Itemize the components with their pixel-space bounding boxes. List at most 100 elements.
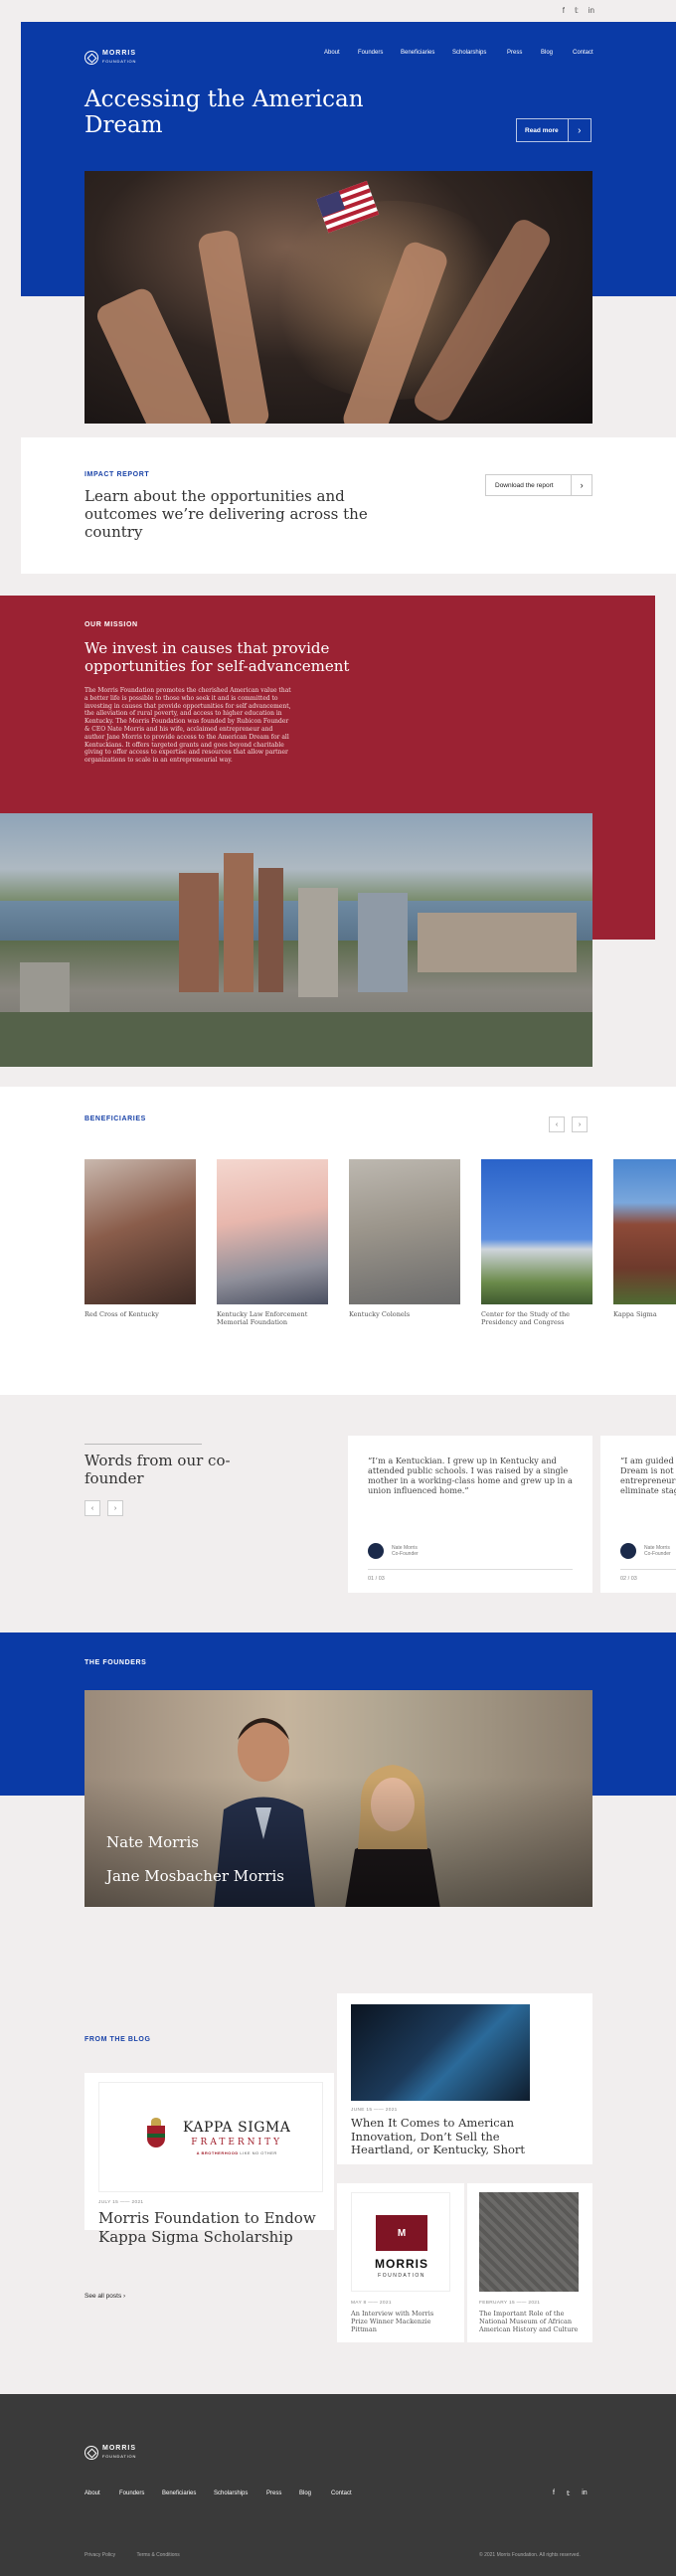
linkedin-icon[interactable]: in [582,2490,587,2497]
footer-nav-press[interactable]: Press [266,2490,281,2496]
nav-scholarships[interactable]: Scholarships [452,50,486,56]
post-title: The Important Role of the National Museu… [479,2310,579,2333]
linkedin-icon[interactable]: in [589,6,594,15]
words-title: Words from our co-founder [84,1452,231,1487]
hero-title: Accessing the American Dream [84,86,364,138]
logo-tagline-a: A BROTHERHOOD [196,2149,239,2155]
chevron-right-icon[interactable]: › [572,1116,588,1132]
post-date: JUNE 15 —— 2021 [351,2108,398,2113]
founder-name: Jane Mosbacher Morris [106,1867,284,1885]
quote-author-role: Co-Founder [644,1551,671,1557]
beneficiaries-eyebrow: BENEFICIARIES [84,1116,146,1122]
post-date: FEBRUARY 15 —— 2021 [479,2301,541,2306]
logo-sub: FOUNDATION [378,2273,425,2279]
beneficiary-image [84,1159,196,1304]
chevron-right-icon[interactable]: › [107,1500,123,1516]
blog-eyebrow: FROM THE BLOG [84,2036,151,2043]
terms-link[interactable]: Terms & Conditions [136,2552,179,2558]
footer-nav-contact[interactable]: Contact [331,2490,352,2496]
footer-nav-about[interactable]: About [84,2490,100,2496]
quotes-carousel-controls: ‹ › [84,1500,123,1516]
mission-body: The Morris Foundation promotes the cheri… [84,687,291,765]
beneficiary-label: Center for the Study of the Presidency a… [481,1310,571,1326]
privacy-policy-link[interactable]: Privacy Policy [84,2552,115,2558]
beneficiary-card[interactable]: Red Cross of Kentucky [84,1159,196,1318]
post-title: An Interview with Morris Prize Winner Ma… [351,2310,434,2333]
beneficiary-image [349,1159,460,1304]
quote-card: “I am guided by a simple belief—the Amer… [600,1436,676,1593]
kappa-sigma-logo: KAPPA SIGMA FRATERNITY A BROTHERHOOD LIK… [98,2082,323,2192]
featured-post-title[interactable]: Morris Foundation to Endow Kappa Sigma S… [98,2209,329,2247]
facebook-icon[interactable]: f [553,2490,555,2497]
avatar [368,1543,384,1559]
post-date: JULY 15 —— 2021 [98,2200,144,2205]
nav-contact[interactable]: Contact [573,50,593,56]
chevron-right-icon: › [123,2293,126,2300]
beneficiary-card[interactable]: Kappa Sigma [613,1159,676,1318]
nav-founders[interactable]: Founders [358,50,383,56]
read-more-button[interactable]: Read more › [516,118,592,142]
footer: MORRIS FOUNDATION About Founders Benefici… [0,2394,676,2576]
footer-nav-blog[interactable]: Blog [299,2490,311,2496]
top-social-links: f 𝕥 in [563,6,594,15]
beneficiaries-section: BENEFICIARIES ‹ › Red Cross of Kentucky … [0,1087,676,1395]
download-report-button[interactable]: Download the report › [485,474,592,496]
blog-card[interactable]: FEBRUARY 15 —— 2021 The Important Role o… [467,2183,592,2342]
footer-nav-beneficiaries[interactable]: Beneficiaries [162,2490,196,2496]
twitter-icon[interactable]: 𝕥 [575,6,579,15]
logo-sub: FOUNDATION [102,2454,137,2459]
nav-beneficiaries[interactable]: Beneficiaries [401,50,434,56]
logo-name: MORRIS [102,2445,136,2452]
crest-icon [139,2117,173,2157]
logo-wordmark: MORRIS [375,2257,428,2271]
divider [84,1444,202,1445]
footer-logo[interactable]: MORRIS FOUNDATION [84,2445,136,2461]
beneficiary-label: Kentucky Law Enforcement Memorial Founda… [217,1310,308,1326]
read-more-label: Read more [525,126,559,134]
blog-card-featured[interactable]: KAPPA SIGMA FRATERNITY A BROTHERHOOD LIK… [84,2073,334,2230]
chevron-left-icon[interactable]: ‹ [549,1116,565,1132]
beneficiary-label: Kappa Sigma [613,1310,657,1318]
footer-nav-scholarships[interactable]: Scholarships [214,2490,248,2496]
post-image [479,2192,579,2292]
facebook-icon[interactable]: f [563,6,565,15]
footer-nav-founders[interactable]: Founders [119,2490,144,2496]
quote-page-indicator: 01 / 03 [368,1576,385,1582]
beneficiary-image [481,1159,592,1304]
impact-eyebrow: IMPACT REPORT [84,471,150,478]
logo-title: KAPPA SIGMA [183,2119,291,2136]
quote-text: “I’m a Kentuckian. I grew up in Kentucky… [368,1456,573,1495]
page: f 𝕥 in MORRIS FOUNDATION About Founders B… [0,0,676,2576]
logo-mark-icon [84,2446,98,2460]
see-all-posts-link[interactable]: See all posts › [84,2293,125,2300]
beneficiaries-carousel-controls: ‹ › [549,1116,588,1132]
chevron-left-icon[interactable]: ‹ [84,1500,100,1516]
header-logo[interactable]: MORRIS FOUNDATION [84,50,136,66]
logo-mark: M [376,2215,427,2251]
nav-press[interactable]: Press [507,50,522,56]
mission-title: We invest in causes that provide opportu… [84,639,350,675]
logo-name: MORRIS [102,50,136,57]
logo-mark-icon [84,51,98,65]
hero-image [84,171,592,424]
copyright: © 2021 Morris Foundation. All rights res… [479,2552,581,2558]
beneficiary-image [217,1159,328,1304]
beneficiary-card[interactable]: Kentucky Law Enforcement Memorial Founda… [217,1159,328,1326]
download-report-label: Download the report [495,481,554,489]
twitter-icon[interactable]: 𝕥 [567,2490,570,2497]
beneficiary-card[interactable]: Center for the Study of the Presidency a… [481,1159,592,1326]
nav-about[interactable]: About [324,50,340,56]
founders-photo[interactable]: Nate Morris Jane Mosbacher Morris [84,1690,592,1907]
quote-author-role: Co-Founder [392,1551,419,1557]
nav-blog[interactable]: Blog [541,50,553,56]
avatar [620,1543,636,1559]
founders-eyebrow: THE FOUNDERS [84,1659,147,1666]
logo-tagline-b: LIKE NO OTHER [240,2149,277,2155]
quote-page-indicator: 02 / 03 [620,1576,637,1582]
cofounder-quotes-section: Words from our co-founder ‹ › “I’m a Ken… [0,1396,676,1632]
post-date: MAY 8 —— 2021 [351,2301,392,2306]
footer-social-links: f 𝕥 in [553,2490,588,2497]
beneficiary-card[interactable]: Kentucky Colonels [349,1159,460,1318]
blog-card[interactable]: JUNE 15 —— 2021 When It Comes to America… [337,1993,592,2164]
blog-card[interactable]: M MORRIS FOUNDATION MAY 8 —— 2021 An Int… [337,2183,464,2342]
